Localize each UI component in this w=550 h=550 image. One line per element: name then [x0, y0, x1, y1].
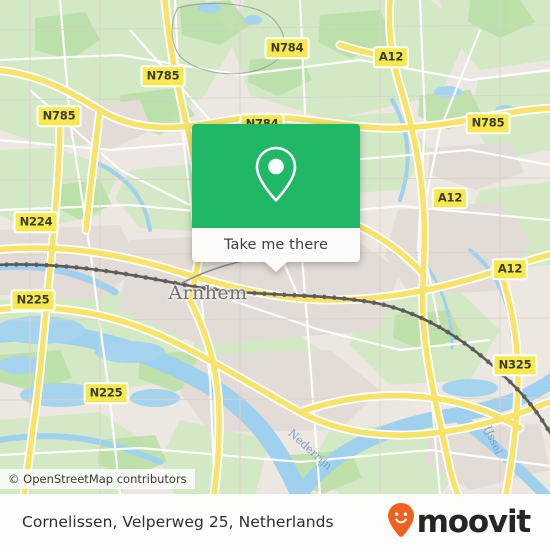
road-shield-n785-right: N785 — [465, 112, 511, 134]
take-me-there-label: Take me there — [223, 237, 329, 253]
road-shield-n325: N325 — [492, 354, 538, 376]
callout-pin-area — [192, 124, 360, 228]
road-shield-n225-left: N225 — [10, 289, 56, 311]
osm-attribution-text: © OpenStreetMap contributors — [8, 472, 187, 486]
moovit-map-screen: Arnhem Nederrijn IJssel N784 N785 A12 N7… — [0, 0, 550, 550]
moovit-wordmark: moovit — [416, 503, 532, 540]
moovit-logo[interactable]: moovit — [386, 502, 532, 543]
road-shield-n785-upper-left: N785 — [140, 65, 186, 87]
callout-tail-pointer — [265, 262, 287, 272]
location-title: Cornelissen, Velperweg 25, Netherlands — [22, 513, 334, 531]
road-shield-a12-lower-right: A12 — [491, 258, 529, 280]
take-me-there-callout[interactable]: Take me there — [192, 124, 360, 272]
road-shield-a12-mid-right: A12 — [431, 187, 469, 209]
road-shield-n784-top: N784 — [264, 37, 310, 59]
road-shield-n785-left: N785 — [36, 105, 82, 127]
road-shield-a12-upper-right: A12 — [372, 46, 410, 68]
road-shield-n225-lower: N225 — [83, 382, 129, 404]
bottom-bar: Cornelissen, Velperweg 25, Netherlands m… — [0, 494, 550, 550]
location-pin-icon — [249, 143, 303, 209]
map-place-label-arnhem: Arnhem — [168, 282, 248, 304]
map-canvas[interactable]: Arnhem Nederrijn IJssel N784 N785 A12 N7… — [0, 0, 550, 495]
callout-footer[interactable]: Take me there — [192, 228, 360, 272]
road-shield-n224: N224 — [13, 211, 59, 233]
moovit-pin-icon — [386, 502, 416, 543]
osm-attribution[interactable]: © OpenStreetMap contributors — [0, 469, 195, 489]
